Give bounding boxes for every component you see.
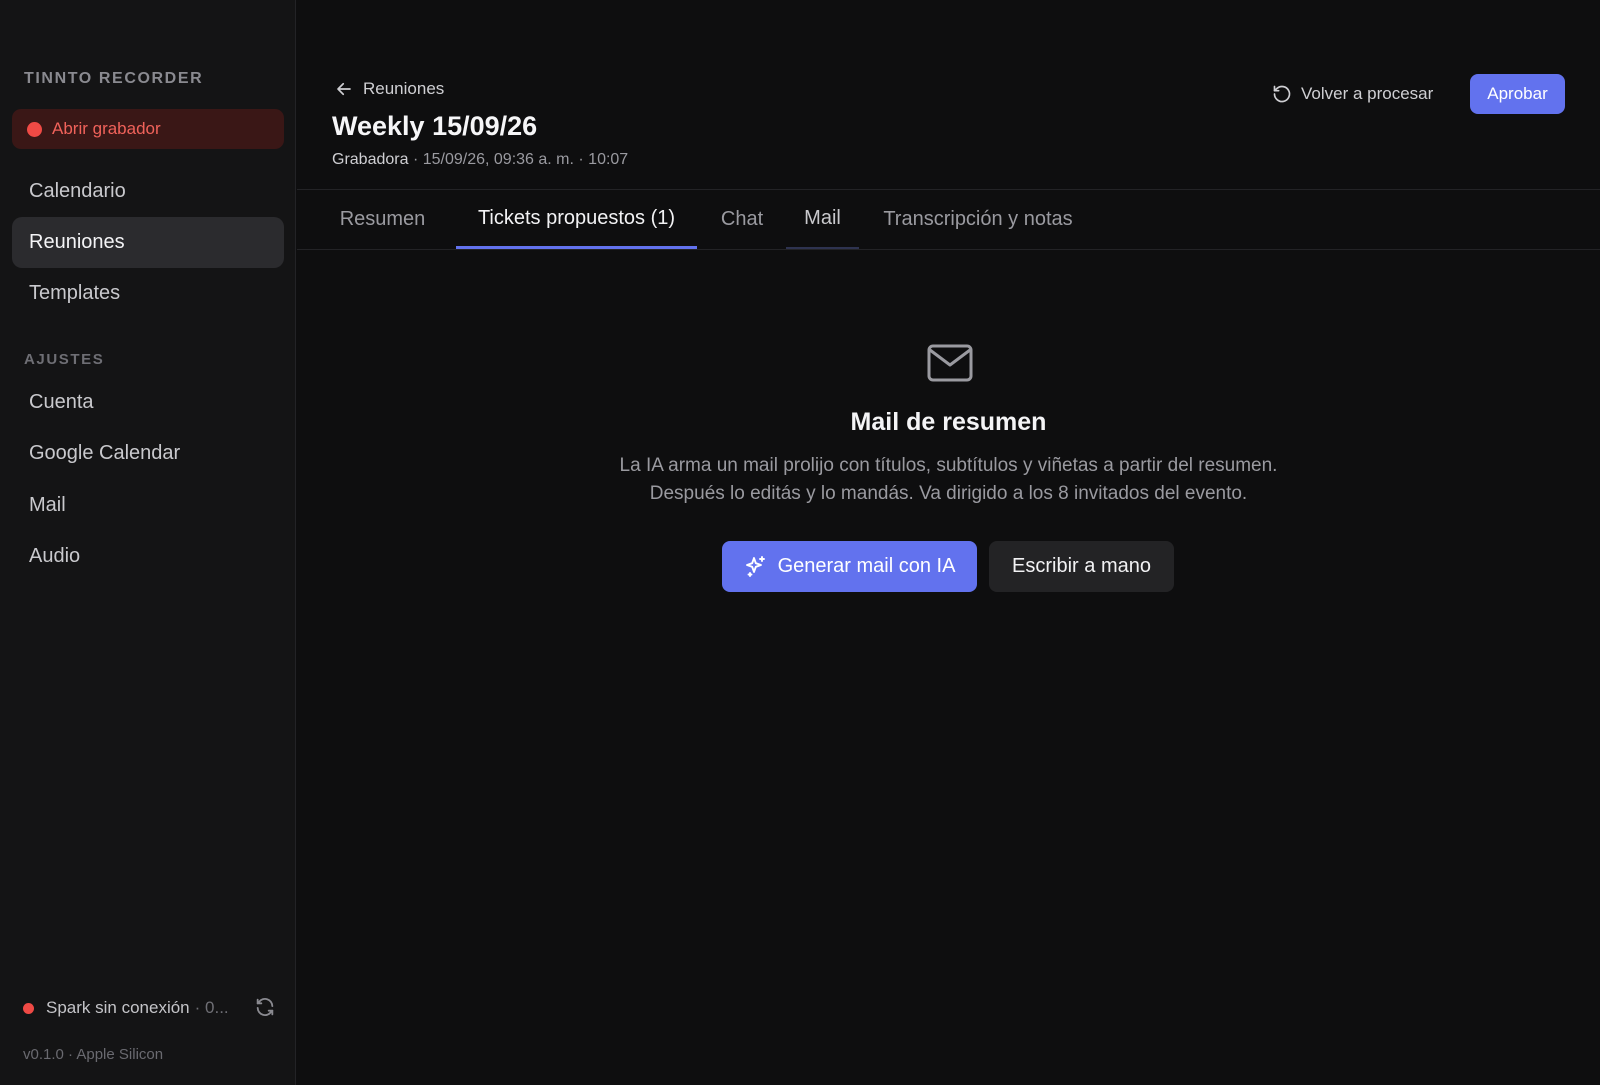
app-brand: TINNTO RECORDER [24, 70, 204, 87]
connection-status: Spark sin conexión · 0... [23, 996, 276, 1020]
tab-chat[interactable]: Chat [713, 190, 771, 249]
empty-state-description: La IA arma un mail prolijo con títulos, … [297, 452, 1600, 508]
back-to-reuniones-link[interactable]: Reuniones [335, 78, 444, 100]
back-label: Reuniones [363, 79, 445, 98]
sidebar-item-audio[interactable]: Audio [12, 531, 284, 582]
meeting-datetime: · 15/09/26, 09:36 a. m. · 10:07 [412, 151, 629, 168]
sidebar-item-cuenta[interactable]: Cuenta [12, 377, 284, 428]
sidebar-item-label: Audio [29, 545, 81, 567]
tab-resumen[interactable]: Resumen [332, 190, 433, 249]
sidebar-item-label: Templates [29, 282, 121, 304]
rotate-ccw-icon [1273, 85, 1291, 103]
reprocess-button[interactable]: Volver a procesar [1272, 82, 1433, 106]
open-recorder-button[interactable]: Abrir grabador [12, 109, 284, 149]
main-panel: Reuniones Weekly 15/09/26 Grabadora · 15… [297, 0, 1600, 1085]
tab-mail[interactable]: Mail [786, 190, 859, 249]
record-dot-icon [27, 121, 42, 137]
open-recorder-label: Abrir grabador [52, 119, 161, 138]
page-title: Weekly 15/09/26 [332, 111, 538, 141]
reprocess-label: Volver a procesar [1301, 84, 1434, 103]
refresh-icon[interactable] [254, 996, 276, 1018]
sidebar-item-label: Cuenta [29, 391, 94, 413]
sparkles-icon [745, 555, 765, 577]
sidebar-item-label: Reuniones [29, 231, 125, 253]
sidebar-item-google-calendar[interactable]: Google Calendar [12, 428, 284, 479]
write-manually-button[interactable]: Escribir a mano [989, 541, 1174, 592]
meeting-meta: Grabadora · 15/09/26, 09:36 a. m. · 10:0… [332, 151, 628, 169]
sidebar-item-mail[interactable]: Mail [12, 480, 284, 531]
mail-icon [927, 344, 973, 382]
sidebar-item-label: Calendario [29, 180, 126, 202]
sidebar-item-calendario[interactable]: Calendario [12, 166, 284, 217]
offline-dot-icon [23, 1002, 34, 1014]
sidebar-item-reuniones[interactable]: Reuniones [12, 217, 284, 268]
approve-button[interactable]: Aprobar [1470, 74, 1565, 114]
generate-mail-ai-button[interactable]: Generar mail con IA [722, 541, 977, 592]
connection-status-extra: · 0... [194, 998, 229, 1017]
sidebar: TINNTO RECORDER Abrir grabador Calendari… [0, 0, 296, 1085]
settings-section-label: AJUSTES [24, 351, 105, 368]
connection-status-text: Spark sin conexión [46, 998, 190, 1017]
tab-tickets-propuestos[interactable]: Tickets propuestos (1) [456, 190, 697, 249]
generate-mail-ai-label: Generar mail con IA [777, 555, 956, 577]
arrow-left-icon [337, 82, 351, 96]
tab-transcripcion-notas[interactable]: Transcripción y notas [873, 190, 1083, 249]
sidebar-item-label: Google Calendar [29, 442, 181, 464]
empty-state-desc-line-2: Después lo editás y lo mandás. Va dirigi… [649, 483, 1248, 504]
sidebar-item-templates[interactable]: Templates [12, 268, 284, 319]
empty-state-title: Mail de resumen [850, 408, 1047, 436]
empty-state-desc-line-1: La IA arma un mail prolijo con títulos, … [619, 455, 1278, 476]
meeting-source: Grabadora [332, 151, 409, 168]
app-version: v0.1.0 · Apple Silicon [23, 1046, 164, 1063]
tab-bar: Resumen Tickets propuestos (1) Chat Mail… [297, 190, 1600, 250]
sidebar-item-label: Mail [29, 494, 66, 516]
